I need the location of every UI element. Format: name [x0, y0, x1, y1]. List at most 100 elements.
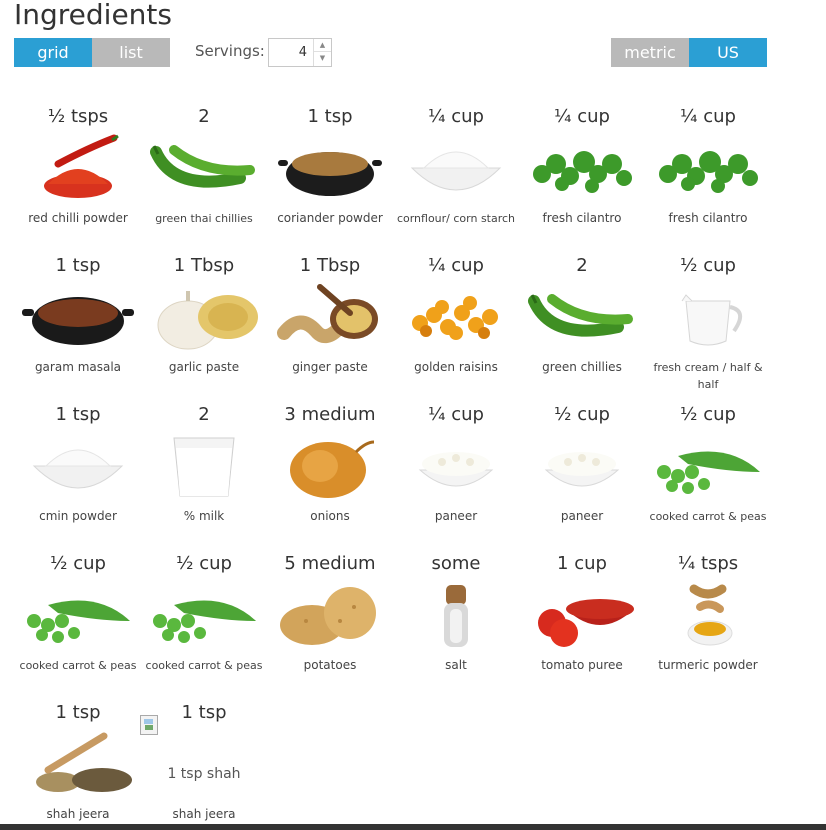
- ingredient-name: paneer: [560, 509, 604, 523]
- ingredient-quantity: 1 tsp: [55, 702, 101, 723]
- paneer-icon: [396, 432, 516, 500]
- turmeric-icon: [648, 581, 768, 649]
- ingredient-card[interactable]: ½ cup fresh cream / half & half: [644, 252, 772, 401]
- ingredient-name: green thai chillies: [155, 212, 253, 225]
- ingredient-quantity: 1 tsp: [55, 255, 101, 276]
- ingredient-card[interactable]: 1 tsp shah jeera: [14, 699, 142, 830]
- ingredient-card[interactable]: ¼ cup fresh cilantro: [518, 103, 646, 252]
- servings-label: Servings:: [195, 42, 265, 60]
- ingredient-card[interactable]: ½ cup cooked carrot & peas: [644, 401, 772, 550]
- ingredient-quantity: ½ cup: [50, 553, 106, 574]
- potatoes-icon: [270, 581, 390, 649]
- ingredient-name: paneer: [434, 509, 478, 523]
- ingredient-card[interactable]: 2 % milk: [140, 401, 268, 550]
- peas-icon: [18, 581, 138, 649]
- ingredient-card[interactable]: 1 Tbsp ginger paste: [266, 252, 394, 401]
- ingredient-quantity: 1 tsp: [55, 404, 101, 425]
- metric-button[interactable]: metric: [611, 38, 689, 67]
- ingredient-name: tomato puree: [541, 658, 623, 672]
- ingredient-card[interactable]: ¼ cup fresh cilantro: [644, 103, 772, 252]
- increment-arrow-icon[interactable]: ▲: [314, 39, 331, 52]
- page-title: Ingredients: [14, 0, 172, 31]
- shah-jeera-icon: [18, 730, 138, 798]
- ingredient-name: garlic paste: [168, 360, 240, 374]
- ingredient-card[interactable]: ¼ cup golden raisins: [392, 252, 520, 401]
- ingredient-name: shah jeera: [172, 807, 236, 821]
- ingredient-name: cooked carrot & peas: [19, 659, 137, 672]
- ingredient-name: cooked carrot & peas: [649, 510, 767, 523]
- ingredient-name: coriander powder: [277, 211, 383, 225]
- ingredient-name: shah jeera: [46, 807, 110, 821]
- ingredient-quantity: 1 cup: [557, 553, 607, 574]
- ingredient-quantity: ¼ cup: [428, 255, 484, 276]
- ingredient-card[interactable]: ½ cup paneer: [518, 401, 646, 550]
- ingredient-card[interactable]: 1 tsp coriander powder: [266, 103, 394, 252]
- ingredient-name: potatoes: [303, 658, 357, 672]
- us-button[interactable]: US: [689, 38, 767, 67]
- servings-stepper[interactable]: 4 ▲ ▼: [268, 38, 332, 67]
- ingredient-name: golden raisins: [414, 360, 498, 374]
- ginger-icon: [270, 283, 390, 351]
- ingredient-card[interactable]: ¼ cup cornflour/ corn starch: [392, 103, 520, 252]
- ingredient-quantity: 2: [576, 255, 588, 276]
- white-powder-bowl-icon: [396, 134, 516, 202]
- ingredient-card[interactable]: 2 green chillies: [518, 252, 646, 401]
- ingredient-name: fresh cilantro: [668, 211, 748, 225]
- view-toggle: grid list: [14, 38, 170, 67]
- ingredient-card[interactable]: 1 Tbsp garlic paste: [140, 252, 268, 401]
- red-chilli-powder-icon: [18, 134, 138, 202]
- ingredient-card[interactable]: 3 medium onions: [266, 401, 394, 550]
- ingredient-quantity: 1 Tbsp: [299, 255, 361, 276]
- coriander-powder-icon: [270, 134, 390, 202]
- ingredient-name: cornflour/ corn starch: [396, 212, 516, 225]
- ingredient-card[interactable]: 1 tsp cmin powder: [14, 401, 142, 550]
- ingredient-name: fresh cream / half & half: [653, 361, 763, 391]
- ingredient-quantity: 3 medium: [284, 404, 376, 425]
- ingredient-quantity: ½ tsps: [47, 106, 109, 127]
- ingredient-name: turmeric powder: [658, 658, 758, 672]
- ingredient-name: red chilli powder: [28, 211, 128, 225]
- ingredient-card[interactable]: ¼ tsps turmeric powder: [644, 550, 772, 699]
- list-view-button[interactable]: list: [92, 38, 170, 67]
- salt-shaker-icon: [396, 581, 516, 649]
- cilantro-icon: [648, 134, 768, 202]
- ingredient-name: fresh cilantro: [542, 211, 622, 225]
- ingredient-quantity: 2: [198, 404, 210, 425]
- ingredient-quantity: 1 Tbsp: [173, 255, 235, 276]
- ingredient-quantity: 1 tsp: [181, 702, 227, 723]
- ingredient-quantity: ½ cup: [680, 255, 736, 276]
- ingredient-card[interactable]: ½ cup cooked carrot & peas: [14, 550, 142, 699]
- ingredient-name: salt: [445, 658, 467, 672]
- ingredient-quantity: 1 tsp: [307, 106, 353, 127]
- decrement-arrow-icon[interactable]: ▼: [314, 52, 331, 65]
- ingredient-image: 1 tsp shah: [144, 730, 264, 798]
- ingredient-name: garam masala: [34, 360, 122, 374]
- ingredient-card[interactable]: ½ tsps red chilli powder: [14, 103, 142, 252]
- ingredient-quantity: ¼ cup: [680, 106, 736, 127]
- ingredient-quantity: 5 medium: [284, 553, 376, 574]
- green-chillies-icon: [144, 134, 264, 202]
- ingredient-card[interactable]: ¼ cup paneer: [392, 401, 520, 550]
- ingredient-name: ginger paste: [292, 360, 368, 374]
- ingredient-quantity: ½ cup: [176, 553, 232, 574]
- ingredient-card[interactable]: 2 green thai chillies: [140, 103, 268, 252]
- garlic-icon: [144, 283, 264, 351]
- ingredient-card[interactable]: 1 tsp garam masala: [14, 252, 142, 401]
- servings-input[interactable]: 4: [269, 39, 313, 66]
- ingredient-card[interactable]: ½ cup cooked carrot & peas: [140, 550, 268, 699]
- grid-view-button[interactable]: grid: [14, 38, 92, 67]
- ingredient-name: green chillies: [542, 360, 622, 374]
- bottom-border: [0, 824, 826, 830]
- image-alt-text: 1 tsp shah: [167, 766, 241, 782]
- peas-icon: [144, 581, 264, 649]
- ingredient-card[interactable]: 1 tsp 1 tsp shah shah jeera: [140, 699, 268, 830]
- ingredient-quantity: ¼ cup: [554, 106, 610, 127]
- ingredient-quantity: ¼ cup: [428, 106, 484, 127]
- ingredient-name: cmin powder: [39, 509, 117, 523]
- ingredient-quantity: some: [431, 553, 481, 574]
- ingredient-name: cooked carrot & peas: [145, 659, 263, 672]
- ingredient-name: % milk: [183, 509, 225, 523]
- ingredient-card[interactable]: 1 cup tomato puree: [518, 550, 646, 699]
- ingredient-card[interactable]: 5 medium potatoes: [266, 550, 394, 699]
- ingredient-card[interactable]: some salt: [392, 550, 520, 699]
